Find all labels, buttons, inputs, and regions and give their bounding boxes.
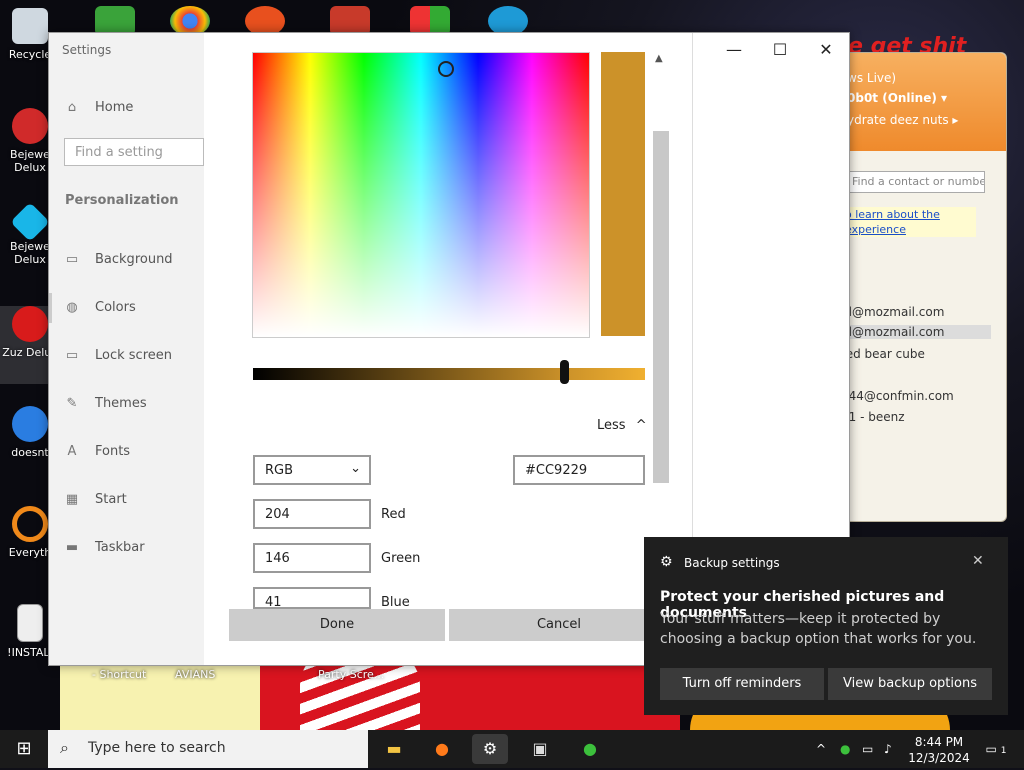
- clock[interactable]: 8:44 PM 12/3/2024: [904, 734, 974, 766]
- hex-input[interactable]: #CC9229: [513, 455, 645, 485]
- nav-background[interactable]: ▭ Background: [63, 247, 203, 271]
- taskbar-search[interactable]: ⌕ Type here to search: [48, 730, 368, 768]
- blue-label: Blue: [381, 595, 410, 610]
- notification-body: Your stuff matters—keep it protected by …: [660, 611, 977, 647]
- desktop-icon-label[interactable]: - Shortcut: [92, 668, 146, 681]
- scroll-up-icon[interactable]: ▲: [655, 53, 663, 64]
- image-icon: ▭: [65, 252, 79, 267]
- home-icon: ⌂: [67, 100, 77, 115]
- nav-themes[interactable]: ✎ Themes: [63, 391, 203, 415]
- color-spectrum[interactable]: [252, 52, 590, 338]
- firefox-icon[interactable]: ●: [424, 734, 460, 764]
- messenger-tray-icon[interactable]: ●: [840, 730, 850, 768]
- notification-icon: ▭: [985, 742, 997, 756]
- file-explorer-icon[interactable]: ▬: [376, 734, 412, 764]
- contact-item[interactable]: 144@confmin.com: [841, 389, 954, 403]
- taskbar-icon: ▬: [65, 540, 79, 555]
- nav-home[interactable]: ⌂ Home: [63, 95, 203, 119]
- taskbar: ⊞ ⌕ Type here to search ▬ ● ⚙ ▣ ● ^ ● ▭ …: [0, 730, 1024, 768]
- zuma-icon: [12, 306, 48, 342]
- minimize-button[interactable]: —: [719, 39, 749, 61]
- window-title: Settings: [62, 43, 112, 57]
- close-icon[interactable]: ✕: [972, 553, 984, 569]
- contact-item[interactable]: gl@mozmail.com: [841, 325, 991, 339]
- done-button[interactable]: Done: [229, 609, 445, 641]
- search-icon: [12, 506, 48, 542]
- notification-app-name: Backup settings: [684, 556, 780, 570]
- red-input[interactable]: 204: [253, 499, 371, 529]
- notification-center-button[interactable]: ▭ 1: [984, 730, 1008, 768]
- network-icon[interactable]: ▭: [862, 730, 873, 768]
- chevron-down-icon: ⌄: [350, 461, 361, 476]
- lock-screen-icon: ▭: [65, 348, 79, 363]
- cancel-button[interactable]: Cancel: [449, 609, 669, 641]
- color-picker-dialog: Less ^ RGB ⌄ #CC9229 204 Red 146 Green 4…: [205, 33, 675, 665]
- minimize-icon: —: [726, 40, 742, 59]
- color-mode-select[interactable]: RGB ⌄: [253, 455, 371, 485]
- less-toggle[interactable]: Less ^: [597, 418, 647, 433]
- app-taskbar-icon[interactable]: ▣: [522, 734, 558, 764]
- document-icon: [17, 604, 43, 642]
- learn-more-link[interactable]: o learn about the experience: [841, 207, 976, 237]
- blue-input[interactable]: 41: [253, 587, 371, 609]
- green-label: Green: [381, 551, 421, 566]
- maximize-icon: ☐: [772, 40, 788, 59]
- gem-icon: [12, 108, 48, 144]
- contact-item[interactable]: gl@mozmail.com: [841, 305, 944, 319]
- brush-icon: ✎: [66, 396, 78, 411]
- view-backup-options-button[interactable]: View backup options: [828, 668, 992, 700]
- settings-nav: Settings ⌂ Home Find a setting Personali…: [49, 33, 204, 665]
- turn-off-reminders-button[interactable]: Turn off reminders: [660, 668, 824, 700]
- find-setting-input[interactable]: Find a setting: [64, 138, 204, 166]
- nav-colors[interactable]: ◍ Colors: [63, 295, 203, 319]
- messenger-icon: [12, 406, 48, 442]
- color-preview-swatch: [601, 52, 645, 336]
- messenger-window[interactable]: ws Live) 0b0t (Online) ▾ ydrate deez nut…: [840, 52, 1007, 522]
- spectrum-handle[interactable]: [438, 61, 454, 77]
- close-icon: ✕: [819, 40, 833, 59]
- messenger-taskbar-icon[interactable]: ●: [572, 734, 608, 764]
- contact-item[interactable]: ted bear cube: [841, 347, 925, 361]
- backup-notification[interactable]: ⚙ Backup settings ✕ Protect your cherish…: [644, 537, 1008, 715]
- volume-icon[interactable]: ♪: [884, 730, 892, 768]
- messenger-header: ws Live) 0b0t (Online) ▾ ydrate deez nut…: [841, 53, 1006, 151]
- desktop-icon-label[interactable]: Party Scre...: [318, 668, 384, 681]
- contact-search-input[interactable]: Find a contact or numbe: [847, 171, 985, 193]
- green-input[interactable]: 146: [253, 543, 371, 573]
- nav-start[interactable]: ▦ Start: [63, 487, 203, 511]
- scrollbar-thumb[interactable]: [653, 131, 669, 483]
- close-button[interactable]: ✕: [811, 39, 841, 61]
- search-icon: ⌕: [60, 738, 69, 757]
- chevron-up-icon[interactable]: ^: [816, 730, 826, 768]
- red-label: Red: [381, 507, 406, 522]
- recycle-bin-icon: [12, 8, 48, 44]
- palette-icon: ◍: [66, 300, 78, 315]
- start-button[interactable]: ⊞: [0, 730, 48, 768]
- start-icon: ▦: [65, 492, 79, 507]
- nav-taskbar[interactable]: ▬ Taskbar: [63, 535, 203, 559]
- font-icon: A: [67, 444, 77, 459]
- desktop-icon-label[interactable]: AVIANS: [175, 668, 215, 681]
- gear-icon: ⚙: [660, 554, 673, 570]
- section-title: Personalization: [65, 193, 179, 208]
- maximize-button[interactable]: ☐: [765, 39, 795, 61]
- settings-taskbar-icon[interactable]: ⚙: [472, 734, 508, 764]
- chevron-up-icon: ^: [635, 418, 647, 433]
- nav-fonts[interactable]: A Fonts: [63, 439, 203, 463]
- brightness-slider[interactable]: [253, 368, 645, 380]
- contact-item[interactable]: 11 - beenz: [841, 410, 905, 424]
- windows-icon: ⊞: [16, 738, 32, 759]
- slider-thumb[interactable]: [560, 360, 569, 384]
- gem-icon: [10, 202, 50, 242]
- selection-indicator: [49, 293, 52, 323]
- divider: [692, 33, 693, 543]
- nav-lock-screen[interactable]: ▭ Lock screen: [63, 343, 203, 367]
